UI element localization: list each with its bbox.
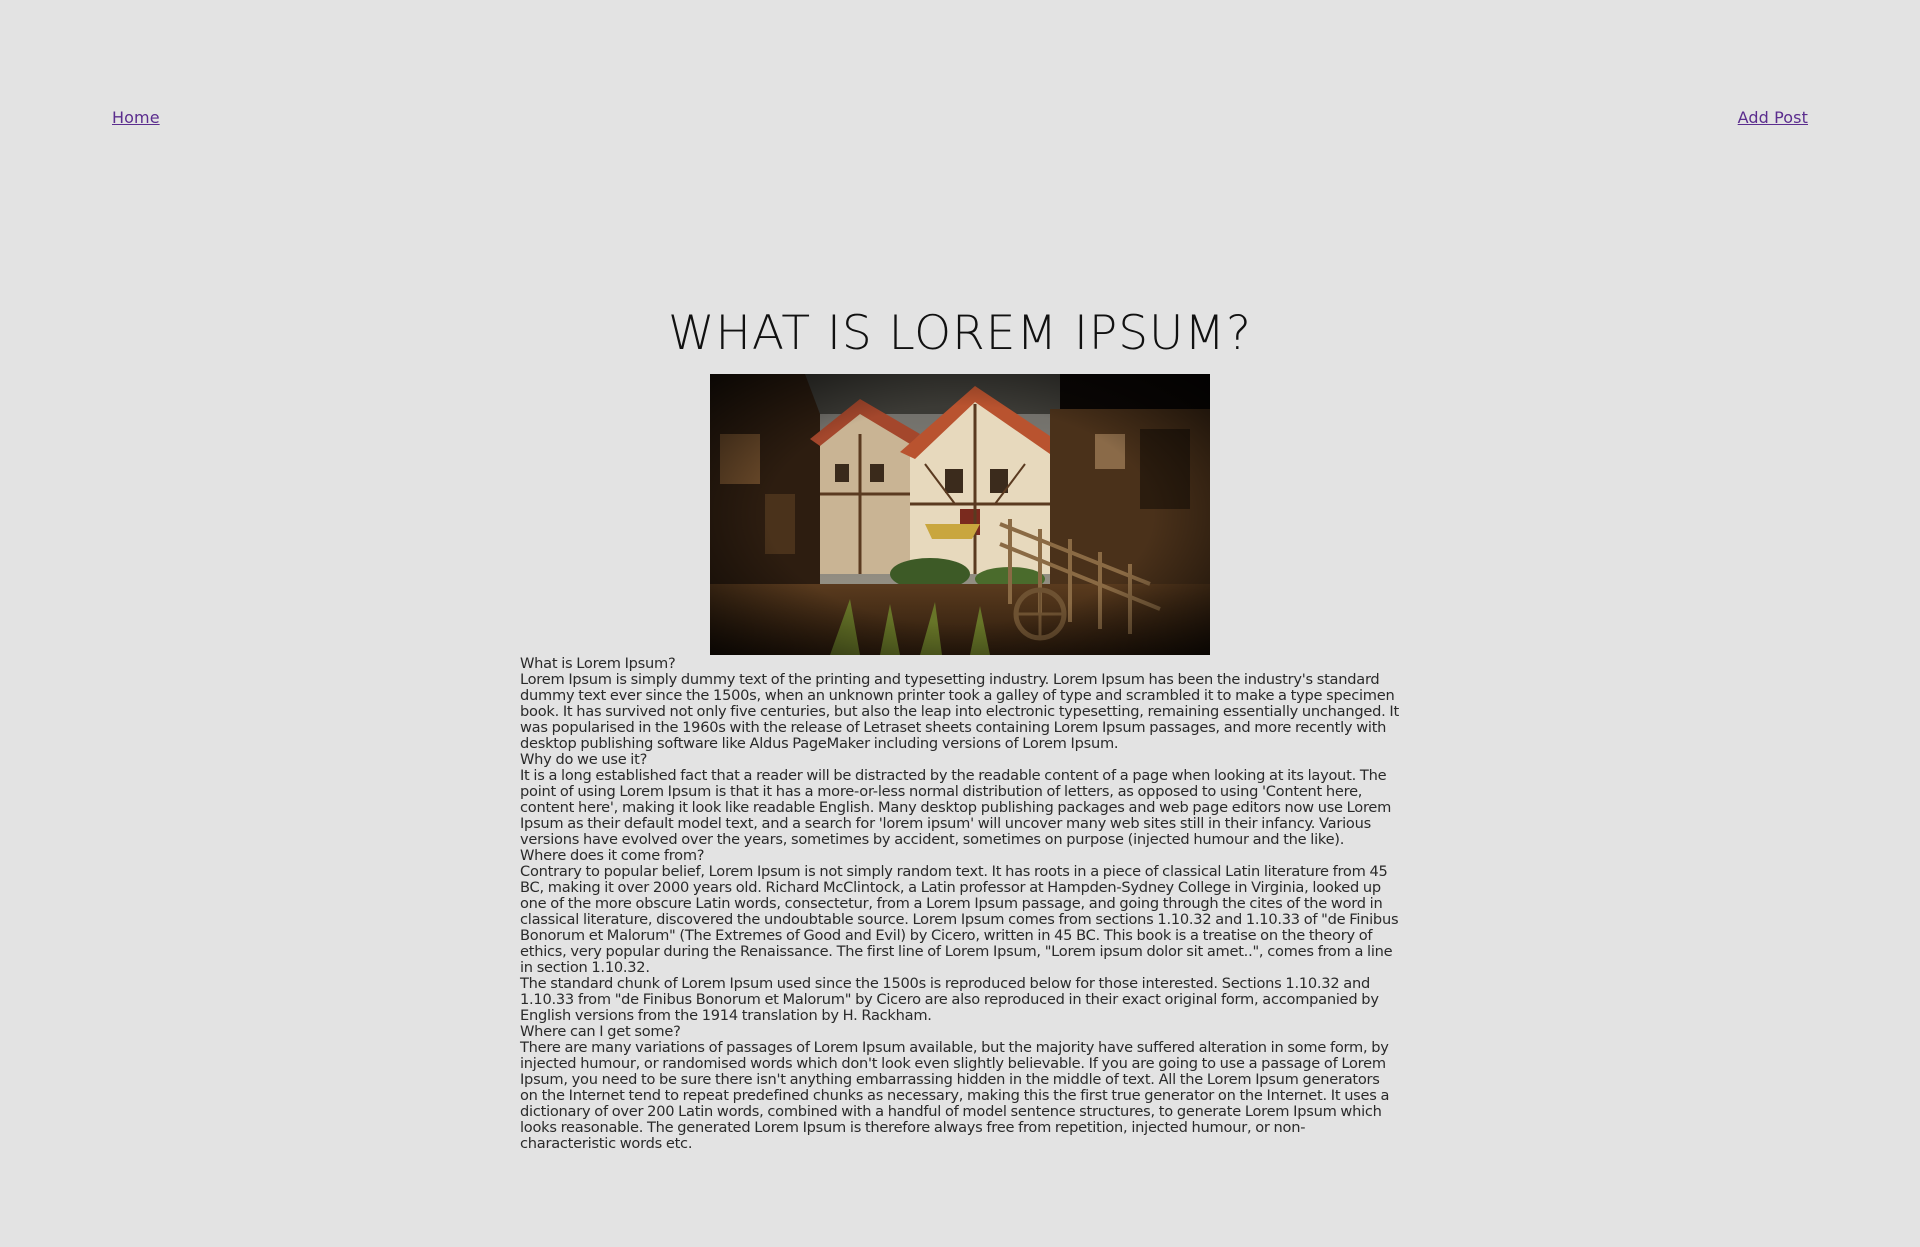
post-heading-why: Why do we use it? [520,751,648,768]
post-heading-where-get: Where can I get some? [520,1023,681,1040]
village-illustration [710,374,1210,655]
post-paragraph: There are many variations of passages of… [520,1039,1390,1152]
post-paragraph: The standard chunk of Lorem Ipsum used s… [520,975,1379,1024]
nav-add-post-link[interactable]: Add Post [1738,108,1808,127]
post-body: What is Lorem Ipsum? Lorem Ipsum is simp… [520,656,1400,1152]
post-image [710,374,1210,655]
post-heading-where-from: Where does it come from? [520,847,705,864]
post-heading-what: What is Lorem Ipsum? [520,655,676,672]
post-paragraph: It is a long established fact that a rea… [520,767,1392,848]
post-paragraph: Lorem Ipsum is simply dummy text of the … [520,671,1399,752]
post-title: WHAT IS LOREM IPSUM? [668,306,1252,361]
nav-home-link[interactable]: Home [112,108,160,127]
post-article: WHAT IS LOREM IPSUM? What is Lorem Ipsum… [520,300,1400,1152]
post-paragraph: Contrary to popular belief, Lorem Ipsum … [520,863,1399,976]
